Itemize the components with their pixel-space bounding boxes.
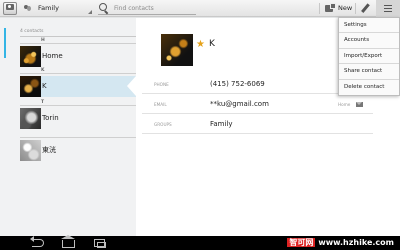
recent-apps-icon[interactable] [94, 239, 106, 248]
groups-value: Family [210, 120, 233, 128]
menu-icon [384, 5, 392, 12]
section-header-k: K [20, 68, 136, 74]
new-contact-label: New [338, 4, 353, 12]
contact-name: 東洸 [42, 146, 56, 154]
list-item[interactable]: Torin [20, 108, 136, 129]
system-bar: 智可网 www.hzhike.com [0, 235, 400, 250]
new-contact-icon [325, 3, 336, 12]
account-filter[interactable]: Family [24, 2, 92, 15]
contact-photo [20, 140, 41, 161]
mail-icon[interactable] [356, 102, 363, 107]
field-label: GROUPS [154, 122, 172, 127]
search-box[interactable] [98, 2, 196, 15]
divider [20, 36, 136, 37]
overflow-menu: Settings Accounts Import/Export Share co… [338, 17, 400, 96]
list-item[interactable]: 東洸 [20, 140, 136, 161]
star-icon[interactable]: ★ [196, 40, 205, 50]
contact-photo [20, 76, 41, 97]
contact-list-pane: 4 contacts H Home K K T Torin 東洸 [0, 18, 136, 236]
contacts-count: 4 contacts [20, 29, 44, 34]
section-header-t: T [20, 100, 136, 106]
email-row[interactable]: EMAIL **ku@gmail.com Home [142, 95, 373, 114]
groups-row[interactable]: GROUPS Family [142, 115, 373, 134]
watermark-url: www.hzhike.com [318, 238, 394, 247]
contact-detail-name: K [209, 39, 215, 49]
list-item-selected[interactable]: K [20, 76, 136, 97]
watermark: 智可网 www.hzhike.com [287, 237, 394, 249]
search-input[interactable] [114, 2, 194, 14]
section-header-h: H [20, 38, 136, 44]
action-bar: Family New [0, 0, 400, 17]
menu-item-delete-contact[interactable]: Delete contact [339, 80, 399, 95]
divider [355, 3, 356, 14]
field-label: EMAIL [154, 102, 167, 107]
list-item[interactable]: Home [20, 46, 136, 67]
divider [319, 3, 320, 14]
menu-item-share-contact[interactable]: Share contact [339, 64, 399, 80]
email-value: **ku@gmail.com [210, 100, 269, 108]
new-contact-button[interactable]: New [322, 1, 352, 16]
field-label: PHONE [154, 82, 169, 87]
watermark-logo: 智可网 [287, 238, 316, 247]
menu-item-import-export[interactable]: Import/Export [339, 49, 399, 65]
menu-item-accounts[interactable]: Accounts [339, 33, 399, 49]
account-filter-label: Family [38, 4, 59, 12]
home-icon[interactable] [61, 235, 75, 248]
section-header [20, 132, 136, 138]
pencil-icon [361, 3, 370, 13]
scrollbar[interactable] [4, 28, 6, 58]
overflow-menu-button[interactable] [376, 0, 400, 17]
contacts-app-icon[interactable] [3, 2, 17, 15]
contact-name: K [42, 82, 47, 90]
group-icon [24, 5, 32, 12]
contact-photo-large[interactable] [161, 34, 193, 66]
dropdown-caret-icon [88, 10, 92, 14]
field-type: Home [338, 102, 351, 107]
contact-name: Torin [42, 114, 59, 122]
search-icon[interactable] [98, 3, 109, 14]
contact-photo [20, 108, 41, 129]
edit-contact-button[interactable] [358, 1, 372, 16]
back-icon[interactable] [30, 236, 44, 247]
phone-value: (415) 752-6069 [210, 80, 265, 88]
contact-photo [20, 46, 41, 67]
contact-name: Home [42, 52, 63, 60]
menu-item-settings[interactable]: Settings [339, 18, 399, 34]
